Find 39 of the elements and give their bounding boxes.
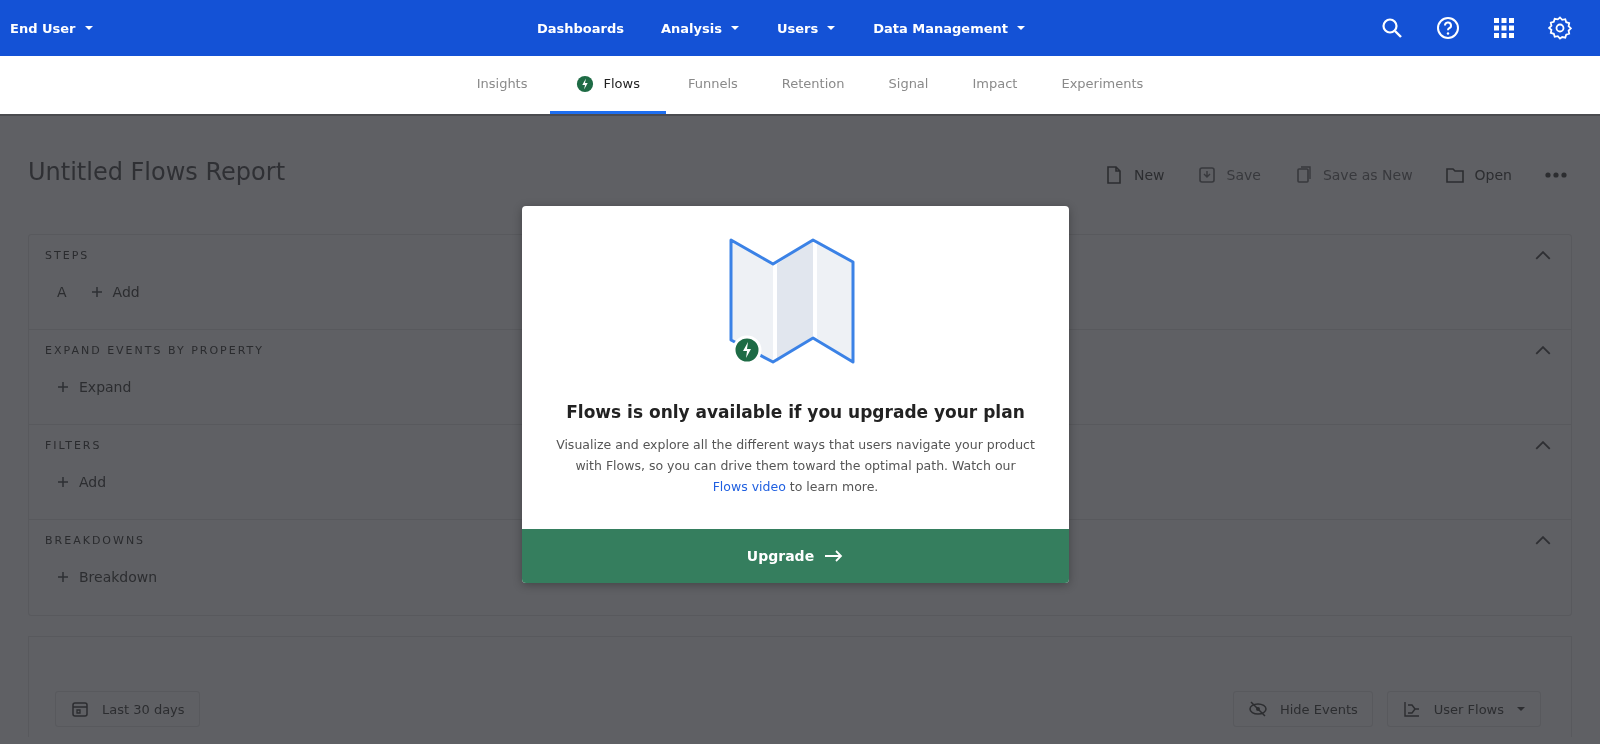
plus-icon xyxy=(57,571,69,583)
upgrade-button[interactable]: Upgrade xyxy=(522,529,1069,583)
plus-icon xyxy=(57,381,69,393)
dialog-title: Flows is only available if you upgrade your plan xyxy=(566,402,1025,422)
chevron-icon[interactable] xyxy=(1535,536,1551,545)
caret-icon xyxy=(1516,706,1526,712)
save-icon xyxy=(1196,165,1217,185)
report-type-tab[interactable]: Insights xyxy=(454,56,550,114)
report-type-tab[interactable]: Funnels xyxy=(665,56,760,114)
search-icon[interactable] xyxy=(1380,16,1404,40)
plus-icon xyxy=(90,286,103,298)
flows-video-link[interactable]: Flows video xyxy=(712,479,786,494)
chevron-icon[interactable] xyxy=(1535,441,1551,450)
more-options-icon[interactable] xyxy=(1544,171,1568,179)
arrow-icon xyxy=(824,550,845,562)
plus-icon xyxy=(57,476,69,488)
nav-menu-item[interactable]: Users xyxy=(777,14,837,42)
account-menu[interactable]: End User xyxy=(10,14,94,42)
flow-chart-icon xyxy=(1401,699,1422,719)
nav-menu-item[interactable]: Data Management xyxy=(873,14,1027,42)
report-type-tab[interactable]: Flows xyxy=(549,56,666,114)
new-file-icon xyxy=(1104,165,1124,185)
folder-icon xyxy=(1444,165,1465,185)
calendar-icon xyxy=(70,699,90,719)
eye-slash-icon xyxy=(1248,699,1268,719)
nav-menu-item[interactable]: Analysis xyxy=(661,14,740,42)
nav-menu-item[interactable]: Dashboards xyxy=(537,14,625,42)
dialog-description: Visualize and explore all the different ways that users navigate your product with Flows, so you can drive them toward the optimal path. Watch our Flows video to learn more. xyxy=(556,436,1035,496)
chevron-icon[interactable] xyxy=(1535,251,1551,260)
settings-icon[interactable] xyxy=(1548,16,1572,40)
report-type-tab[interactable]: Retention xyxy=(759,56,867,114)
report-type-tab[interactable]: Signal xyxy=(866,56,951,114)
chevron-icon[interactable] xyxy=(1535,346,1551,355)
apps-grid-icon[interactable] xyxy=(1492,16,1516,40)
report-type-tab[interactable]: Impact xyxy=(950,56,1040,114)
caret-icon xyxy=(83,25,94,31)
flows-icon xyxy=(575,74,594,93)
report-type-tab[interactable]: Experiments xyxy=(1039,56,1166,114)
help-icon[interactable] xyxy=(1436,16,1460,40)
